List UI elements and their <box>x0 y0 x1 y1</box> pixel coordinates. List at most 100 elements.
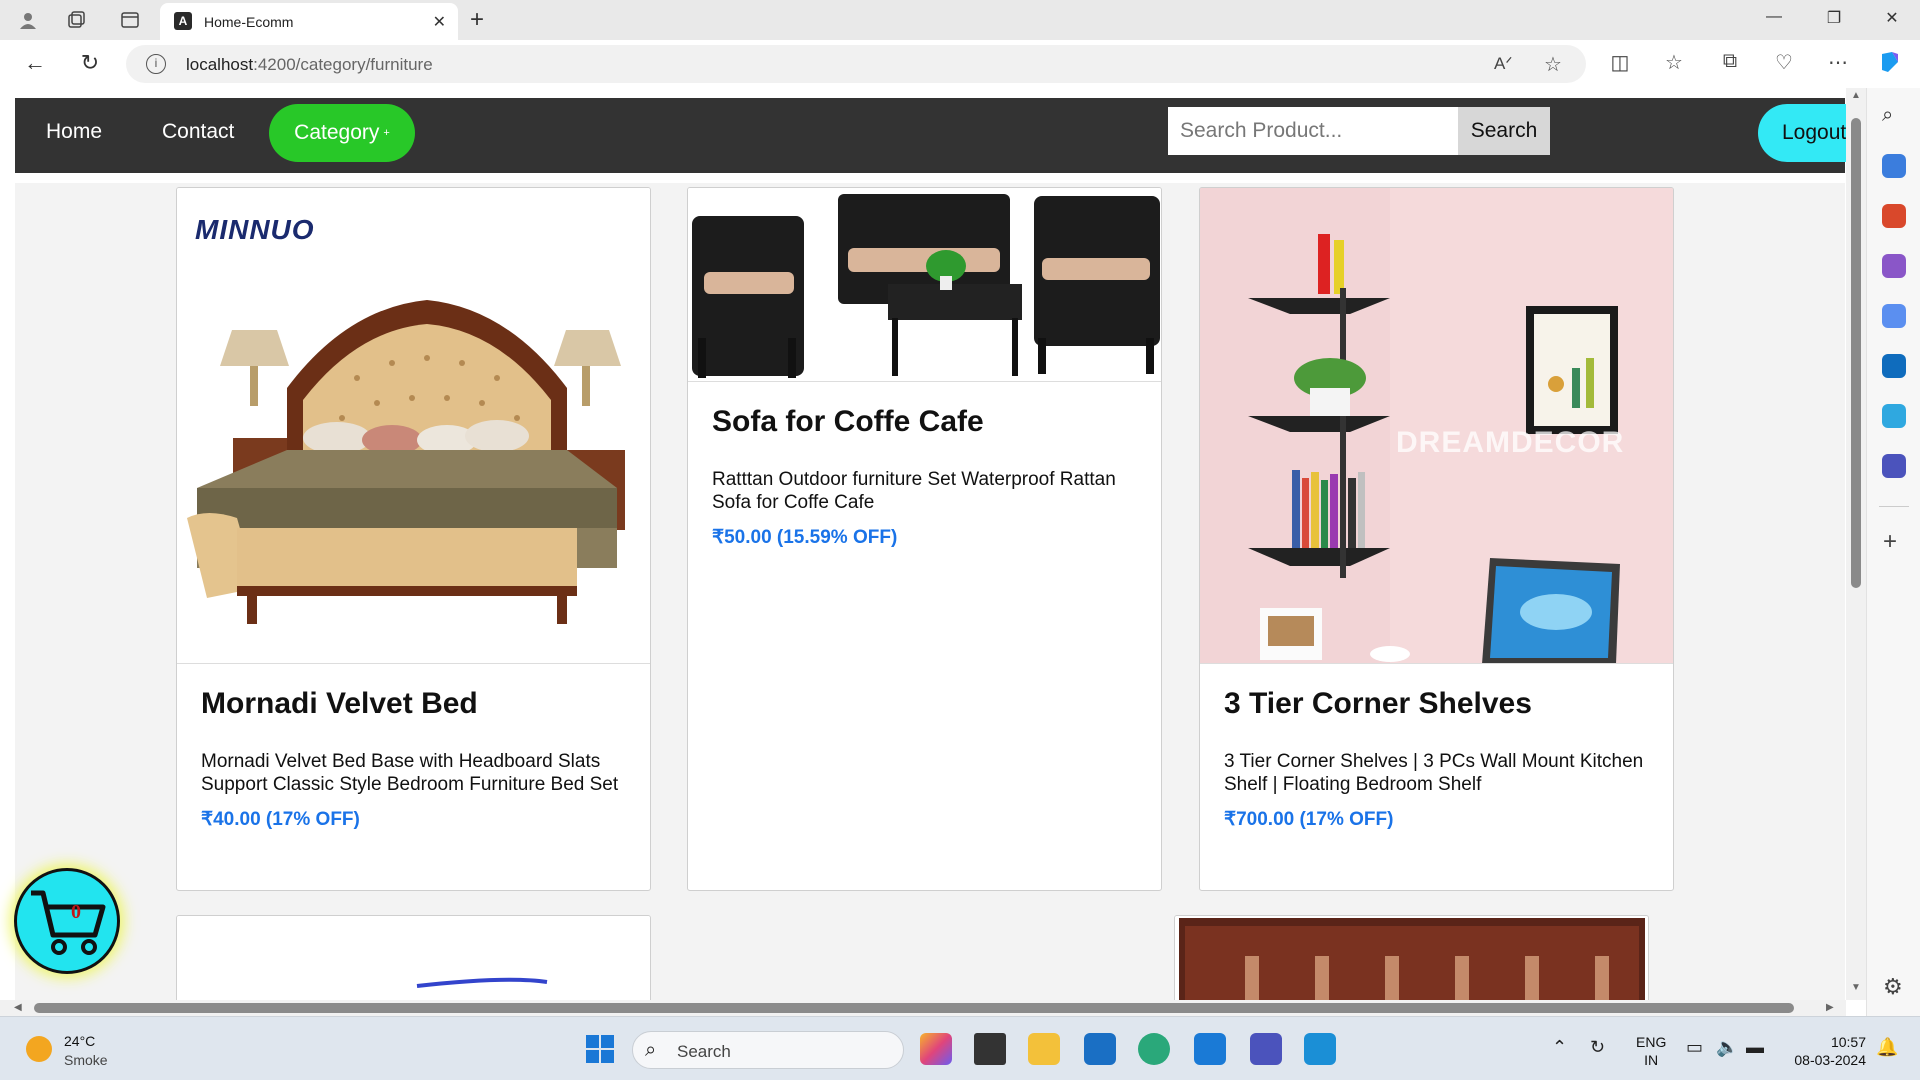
back-icon[interactable]: ← <box>20 50 50 76</box>
favorite-star-icon[interactable]: ☆ <box>1544 52 1562 77</box>
sidebar-search-icon[interactable]: ⌕ <box>1882 104 1906 128</box>
collections-icon[interactable]: ⧉ <box>1716 50 1744 73</box>
new-tab-button[interactable]: + <box>470 6 484 34</box>
tray-overflow-icon[interactable]: ⌃ <box>1552 1037 1567 1058</box>
edge-sidebar: ⌕ + ⚙ <box>1866 88 1920 1016</box>
vscode-app-icon[interactable] <box>1304 1033 1336 1065</box>
start-menu-icon[interactable] <box>584 1033 616 1065</box>
scroll-down-icon[interactable]: ▼ <box>1851 982 1861 993</box>
bed-illustration <box>187 300 625 624</box>
product-price: ₹700.00 (17% OFF) <box>1224 809 1394 830</box>
sidebar-teams-icon[interactable] <box>1882 454 1906 478</box>
mail-app-icon[interactable] <box>1194 1033 1226 1065</box>
product-price: ₹50.00 (15.59% OFF) <box>712 527 898 548</box>
product-card[interactable]: DREAMDECOR 3 Tier Corner Shelves 3 Tier … <box>1199 187 1674 891</box>
tab-home-ecomm[interactable]: A Home-Ecomm ✕ <box>160 3 458 40</box>
dreamdecor-watermark: DREAMDECOR <box>1396 426 1625 459</box>
sidebar-games-icon[interactable] <box>1882 254 1906 278</box>
vertical-scroll-thumb[interactable] <box>1851 118 1861 588</box>
close-window-icon[interactable]: ✕ <box>1872 8 1912 28</box>
favorites-icon[interactable]: ☆ <box>1660 50 1688 75</box>
workspaces-icon[interactable] <box>64 8 88 32</box>
address-bar[interactable]: i localhost:4200/category/furniture Aᐟ ☆ <box>126 45 1586 83</box>
nav-home-link[interactable]: Home <box>46 120 102 144</box>
weather-icon[interactable] <box>26 1036 52 1062</box>
weather-temperature[interactable]: 24°C <box>64 1033 95 1049</box>
site-info-icon[interactable]: i <box>146 54 166 74</box>
network-icon[interactable]: ▭ <box>1686 1037 1703 1058</box>
category-label: Category <box>294 121 380 144</box>
microsoft-store-icon[interactable] <box>1084 1033 1116 1065</box>
horizontal-scrollbar[interactable]: ◀ ▶ <box>0 1000 1846 1016</box>
site-navbar: Home Contact Category+ Search Logout <box>15 98 1866 173</box>
taskbar-search[interactable]: ⌕ Search <box>632 1031 904 1069</box>
copilot-app-icon[interactable] <box>920 1033 952 1065</box>
restore-icon[interactable]: ❐ <box>1814 8 1854 28</box>
scroll-left-icon[interactable]: ◀ <box>14 1002 22 1013</box>
minimize-icon[interactable]: — <box>1754 8 1794 26</box>
browser-essentials-icon[interactable]: ♡ <box>1770 50 1798 75</box>
category-marker: + <box>383 127 390 139</box>
battery-icon[interactable]: ▬ <box>1746 1037 1764 1058</box>
language-secondary: IN <box>1644 1052 1659 1068</box>
sidebar-divider <box>1879 506 1909 507</box>
read-aloud-icon[interactable]: Aᐟ <box>1494 54 1513 74</box>
more-menu-icon[interactable]: ⋯ <box>1824 50 1852 75</box>
language-indicator[interactable]: ENG IN <box>1636 1033 1666 1069</box>
language-primary: ENG <box>1636 1034 1667 1050</box>
browser-tabbar: A Home-Ecomm ✕ + — ❐ ✕ <box>0 0 1920 40</box>
product-image-bed[interactable]: MINNUO <box>177 188 650 664</box>
split-screen-icon[interactable]: ◫ <box>1606 50 1634 75</box>
windows-taskbar: 24°C Smoke ⌕ Search ⌃ ↻ ENG IN ▭ 🔈 ▬ 10:… <box>0 1016 1920 1080</box>
horizontal-scroll-thumb[interactable] <box>34 1003 1794 1013</box>
sidebar-shopping-icon[interactable] <box>1882 154 1906 178</box>
tray-sync-icon[interactable]: ↻ <box>1590 1037 1605 1058</box>
taskbar-search-label: Search <box>677 1042 731 1061</box>
browser-toolbar: ← ↻ i localhost:4200/category/furniture … <box>0 40 1920 88</box>
volume-icon[interactable]: 🔈 <box>1716 1037 1738 1058</box>
refresh-icon[interactable]: ↻ <box>75 50 105 76</box>
product-title[interactable]: Sofa for Coffe Cafe <box>712 405 1137 439</box>
product-image-shelves[interactable]: DREAMDECOR <box>1200 188 1673 664</box>
search-button[interactable]: Search <box>1458 107 1550 155</box>
product-title[interactable]: 3 Tier Corner Shelves <box>1224 687 1649 721</box>
weather-description[interactable]: Smoke <box>64 1052 108 1068</box>
taskbar-search-icon: ⌕ <box>645 1039 657 1061</box>
cart-icon <box>31 890 106 955</box>
nav-contact-link[interactable]: Contact <box>162 120 234 144</box>
sidebar-settings-icon[interactable]: ⚙ <box>1883 974 1903 1000</box>
sidebar-outlook-icon[interactable] <box>1882 354 1906 378</box>
notification-bell-icon[interactable]: 🔔 <box>1876 1037 1898 1058</box>
page-viewport: Home Contact Category+ Search Logout MIN… <box>0 88 1866 1016</box>
product-card[interactable]: Sofa for Coffe Cafe Ratttan Outdoor furn… <box>687 187 1162 891</box>
profile-icon[interactable] <box>16 8 40 32</box>
vertical-scrollbar[interactable]: ▲ ▼ <box>1846 88 1866 1000</box>
file-explorer-icon[interactable] <box>1028 1033 1060 1065</box>
cart-count: 0 <box>71 901 81 923</box>
search-input[interactable] <box>1168 107 1458 155</box>
tab-close-icon[interactable]: ✕ <box>433 12 446 32</box>
clock-time: 10:57 <box>1830 1034 1866 1050</box>
category-button[interactable]: Category + <box>269 104 415 162</box>
vertical-tabs-icon[interactable] <box>118 8 142 32</box>
task-view-icon[interactable] <box>974 1033 1006 1065</box>
sidebar-copilot-icon[interactable] <box>1882 304 1906 328</box>
cart-button[interactable]: 0 <box>14 868 120 974</box>
clock[interactable]: 10:57 08-03-2024 <box>1780 1033 1866 1069</box>
scroll-right-icon[interactable]: ▶ <box>1826 1002 1834 1013</box>
product-card[interactable]: MINNUO Mornadi Velvet Bed Mornadi Velvet… <box>176 187 651 891</box>
sidebar-add-icon[interactable]: + <box>1883 528 1897 556</box>
product-image-sofa[interactable] <box>688 188 1161 382</box>
product-title[interactable]: Mornadi Velvet Bed <box>201 687 626 721</box>
teams-app-icon[interactable] <box>1250 1033 1282 1065</box>
product-grid: MINNUO Mornadi Velvet Bed Mornadi Velvet… <box>15 183 1845 1016</box>
copilot-icon[interactable] <box>1876 48 1904 82</box>
edge-app-icon[interactable] <box>1138 1033 1170 1065</box>
sidebar-tools-icon[interactable] <box>1882 204 1906 228</box>
scroll-up-icon[interactable]: ▲ <box>1851 90 1861 101</box>
product-description: 3 Tier Corner Shelves | 3 PCs Wall Mount… <box>1224 751 1644 795</box>
sidebar-send-icon[interactable] <box>1882 404 1906 428</box>
product-description: Ratttan Outdoor furniture Set Waterproof… <box>712 469 1116 513</box>
url-text[interactable]: localhost:4200/category/furniture <box>186 55 433 75</box>
product-price: ₹40.00 (17% OFF) <box>201 809 360 830</box>
